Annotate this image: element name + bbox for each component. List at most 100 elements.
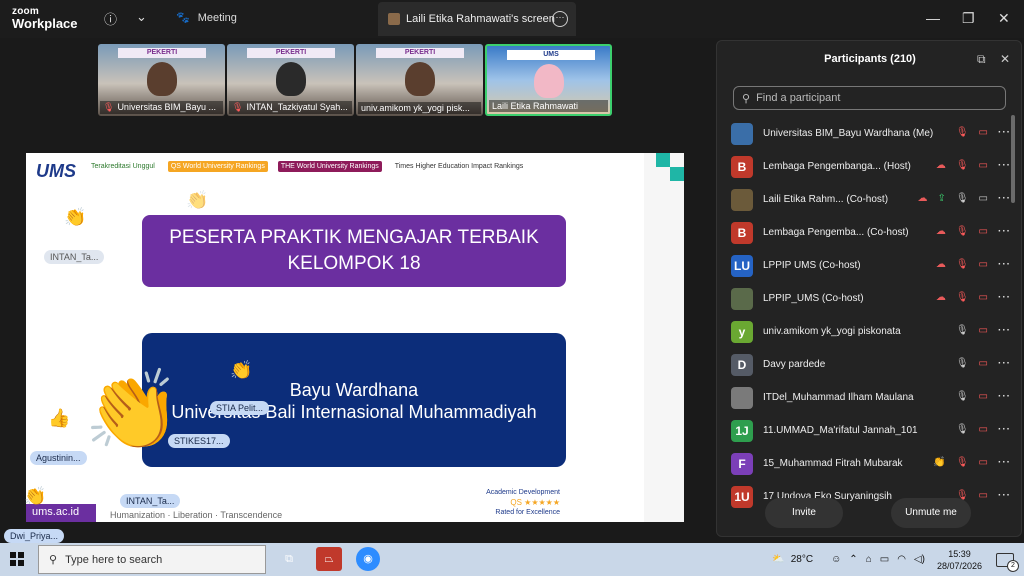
info-icon[interactable]: ⓘ [104, 9, 117, 28]
participant-video [533, 64, 564, 98]
participant-avatar: LU [731, 254, 753, 277]
people-icon[interactable]: ☺ [831, 554, 841, 565]
tile-name: 🎙 INTAN_Tazkiyatul Syah... [229, 101, 352, 114]
participant-video [404, 62, 435, 96]
tile-name: Laili Etika Rahmawati [489, 100, 608, 112]
video-off-icon: ▭ [978, 127, 988, 138]
cloud-recording-icon: ☁ [935, 160, 946, 171]
invite-button[interactable]: Invite [765, 498, 843, 528]
sharer-avatar [388, 13, 400, 25]
participant-row[interactable]: Universitas BIM_Bayu Wardhana (Me) 🎙 ▭ ··· [731, 117, 1011, 150]
mic-icon: 🎙 [955, 325, 969, 336]
video-tile[interactable]: PEKERTI 🎙 INTAN_Tazkiyatul Syah... [227, 44, 354, 116]
zoom-app-icon[interactable]: ◉ [356, 547, 380, 571]
video-tile[interactable]: PEKERTI univ.amikom yk_yogi pisk... [356, 44, 483, 116]
weather-temp[interactable]: 28°C [791, 554, 813, 565]
meeting-tab[interactable]: 🐾 Meeting [176, 11, 237, 25]
close-button[interactable]: ✕ [998, 10, 1010, 27]
more-icon[interactable]: ··· [998, 424, 1011, 435]
tile-name: 🎙 Universitas BIM_Bayu ... [100, 101, 223, 114]
maximize-button[interactable]: ❐ [962, 10, 975, 27]
participant-avatar [731, 188, 753, 211]
qs-ranking-logo: QS World University Rankings [167, 161, 268, 172]
pdf-app-icon[interactable]: ⏢ [316, 547, 342, 571]
chevron-up-icon[interactable]: ⌃ [849, 554, 857, 565]
weather-icon: ⛅ [772, 554, 785, 565]
participant-status-icons: 🎙 ▭ ··· [956, 325, 1011, 336]
participant-avatar: B [731, 155, 753, 178]
close-panel-icon[interactable]: ✕ [1000, 52, 1010, 66]
participant-avatar: F [731, 452, 753, 475]
participant-row[interactable]: LPPIP_UMS (Co-host) ☁ 🎙 ▭ ··· [731, 282, 1011, 315]
participant-row[interactable]: B Lembaga Pengembanga... (Host) ☁ 🎙 ▭ ··· [731, 150, 1011, 183]
chevron-down-icon[interactable]: ⌄ [136, 9, 147, 25]
video-tile-active-speaker[interactable]: UMS Laili Etika Rahmawati [485, 44, 612, 116]
ums-logo: UMS [36, 161, 76, 181]
participant-row[interactable]: 1J 11.UMMAD_Ma'rifatul Jannah_101 🎙 ▭ ··· [731, 414, 1011, 447]
screen-tab-label: Laili Etika Rahmawati's screen [406, 13, 555, 25]
video-off-icon: ▭ [978, 391, 988, 402]
notification-count: 2 [1007, 559, 1019, 572]
participant-row[interactable]: LU LPPIP UMS (Co-host) ☁ 🎙 ▭ ··· [731, 249, 1011, 282]
more-icon[interactable]: ··· [998, 292, 1011, 303]
pop-out-icon[interactable]: ⧉ [977, 52, 986, 67]
more-icon[interactable]: ··· [998, 358, 1011, 369]
mic-muted-icon: 🎙 [103, 102, 115, 112]
more-icon[interactable]: ··· [998, 490, 1011, 501]
participant-row[interactable]: F 15_Muhammad Fitrah Mubarak 👏 🎙 ▭ ··· [731, 447, 1011, 480]
more-icon[interactable]: ··· [998, 127, 1011, 138]
more-icon[interactable]: ··· [998, 259, 1011, 270]
clock[interactable]: 15:39 28/07/2026 [937, 548, 982, 572]
participant-status-icons: ☁ 🎙 ▭ ··· [936, 292, 1011, 303]
screen-share-tab[interactable]: Laili Etika Rahmawati's screen ··· [378, 2, 576, 36]
task-view-icon[interactable]: ⧉ [276, 547, 302, 571]
mic-muted-icon: 🎙 [232, 102, 244, 112]
more-options-icon[interactable]: ··· [552, 11, 568, 27]
more-icon[interactable]: ··· [998, 325, 1011, 336]
participant-status-icons: ☁ ⇪ 🎙 ▭ ··· [917, 193, 1011, 204]
volume-icon[interactable]: ◁) [914, 554, 925, 565]
mic-icon: 🎙 [955, 424, 969, 435]
reaction-name-chip: INTAN_Ta... [44, 250, 105, 264]
taskbar-search-box[interactable]: ⚲ Type here to search [38, 545, 266, 574]
more-icon[interactable]: ··· [998, 160, 1011, 171]
participant-row[interactable]: D Davy pardede 🎙 ▭ ··· [731, 348, 1011, 381]
unmute-me-button[interactable]: Unmute me [891, 498, 971, 528]
presentation-slide: UMS Terakreditasi Unggul QS World Univer… [26, 153, 684, 522]
tile-name: univ.amikom yk_yogi pisk... [358, 102, 481, 114]
search-icon: ⚲ [49, 554, 58, 566]
tile-banner: UMS [507, 50, 595, 60]
minimize-button[interactable]: — [926, 10, 940, 26]
participant-status-icons: 🎙 ▭ ··· [956, 127, 1011, 138]
cloud-recording-icon: ☁ [935, 226, 946, 237]
video-off-icon: ▭ [978, 457, 988, 468]
participant-row[interactable]: ITDel_Muhammad Ilham Maulana 🎙 ▭ ··· [731, 381, 1011, 414]
participant-row[interactable]: y univ.amikom yk_yogi piskonata 🎙 ▭ ··· [731, 315, 1011, 348]
impact-ranking-logo: Times Higher Education Impact Rankings [394, 163, 524, 170]
more-icon[interactable]: ··· [998, 457, 1011, 468]
taskbar-search-placeholder: Type here to search [65, 553, 163, 566]
windows-start-button[interactable] [10, 552, 24, 566]
mic-muted-icon: 🎙 [955, 457, 969, 468]
participant-row[interactable]: B Lembaga Pengemba... (Co-host) ☁ 🎙 ▭ ··· [731, 216, 1011, 249]
notification-center-icon[interactable]: 2 [996, 552, 1019, 572]
clap-reaction-icon: 👏 [64, 207, 87, 227]
more-icon[interactable]: ··· [998, 193, 1011, 204]
windows-taskbar: ⚲ Type here to search ⧉ ⏢ ◉ ⛅ 28°C ☺ ⌃ ⌂… [0, 543, 1024, 576]
winner-name: Bayu Wardhana [289, 380, 419, 400]
participant-row[interactable]: Laili Etika Rahm... (Co-host) ☁ ⇪ 🎙 ▭ ··· [731, 183, 1011, 216]
battery-icon[interactable]: ▭ [880, 554, 889, 565]
video-icon: ▭ [978, 193, 988, 204]
participant-status-icons: 🎙 ▭ ··· [956, 424, 1011, 435]
video-off-icon: ▭ [978, 259, 988, 270]
video-tile[interactable]: PEKERTI 🎙 Universitas BIM_Bayu ... [98, 44, 225, 116]
video-off-icon: ▭ [978, 325, 988, 336]
more-icon[interactable]: ··· [998, 226, 1011, 237]
network-icon[interactable]: ⌂ [866, 554, 872, 565]
participant-search-input[interactable]: ⚲ Find a participant [733, 86, 1006, 110]
mic-icon: 🎙 [955, 358, 969, 369]
scrollbar[interactable] [1011, 115, 1015, 203]
wifi-icon[interactable]: ◠ [897, 554, 906, 565]
more-icon[interactable]: ··· [998, 391, 1011, 402]
winner-institution: Universitas Bali Internasional Muhammadi… [171, 402, 537, 422]
